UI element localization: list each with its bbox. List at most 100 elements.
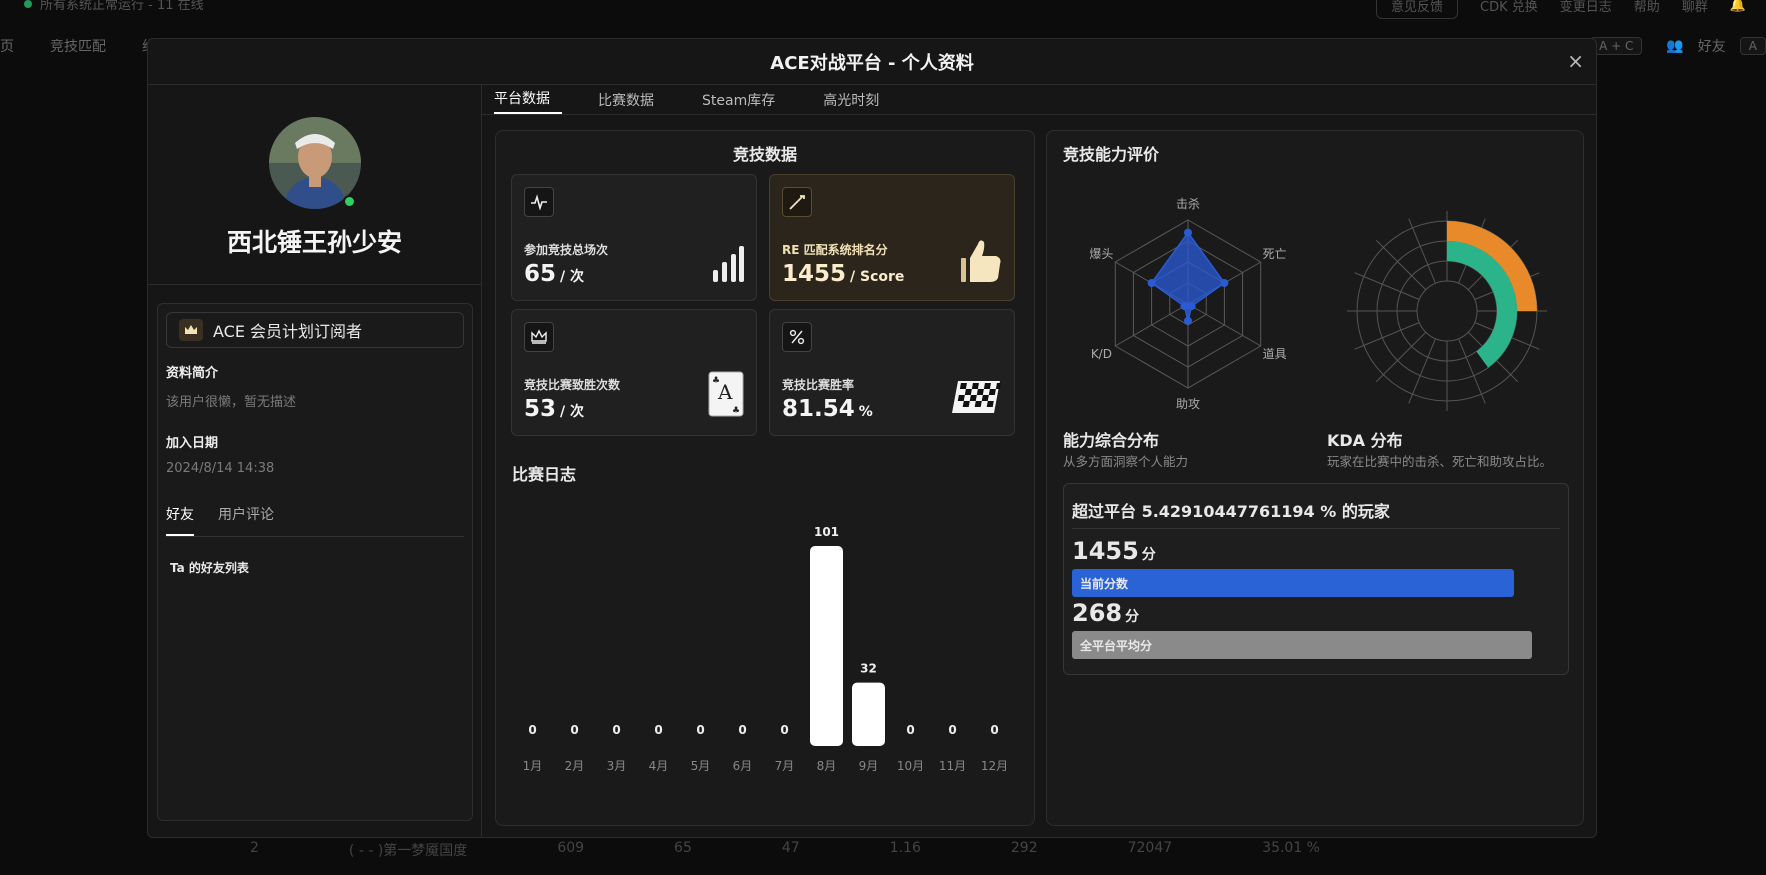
radar-title: 能力综合分布	[1063, 431, 1160, 450]
cdk-button[interactable]: CDK 兑换	[1480, 0, 1538, 15]
profile-header: 西北锤王孙少安	[148, 85, 481, 285]
radar-axis-label: 死亡	[1263, 247, 1287, 261]
competitive-data-panel: 竞技数据 参加竞技总场次 65/ 次 RE 匹配系统排名分 1455/ Scor…	[495, 130, 1035, 826]
table-cell: 1.16	[889, 840, 921, 856]
friends-list-title: Ta 的好友列表	[170, 561, 249, 575]
bar-value-label: 0	[738, 723, 746, 737]
activity-icon	[524, 187, 554, 217]
background-table-row: 2 ( - - )第一梦魇国度 609 65 47 1.16 292 72047…	[250, 840, 1320, 860]
percentile-card: 超过平台 5.42910447761194 % 的玩家 1455 分 当前分数 2…	[1063, 483, 1569, 675]
x-tick-label: 5月	[691, 759, 711, 773]
help-link[interactable]: 帮助	[1634, 0, 1660, 15]
profile-section-tabs: 平台数据 比赛数据 Steam库存 高光时刻	[482, 85, 1596, 115]
x-tick-label: 11月	[939, 759, 966, 773]
background-topbar: 所有系统正常运行 - 11 在线 意见反馈 CDK 兑换 变更日志 帮助 聊群 …	[0, 0, 1766, 20]
stat-card-total-matches: 参加竞技总场次 65/ 次	[511, 174, 757, 301]
x-tick-label: 4月	[649, 759, 669, 773]
bar-value-label: 0	[654, 723, 662, 737]
table-cell: ( - - )第一梦魇国度	[348, 843, 468, 859]
stat-value: 1455/ Score	[782, 261, 905, 287]
bar-value-label: 0	[780, 723, 788, 737]
friends-shortcut: A	[1739, 37, 1766, 55]
playing-card-icon: A ♣ ♣	[708, 371, 744, 421]
table-cell: 47	[781, 840, 800, 856]
join-date-label: 加入日期	[166, 436, 219, 451]
stat-card-win-rate: 竞技比赛胜率 81.54%	[769, 309, 1015, 436]
x-tick-label: 8月	[817, 759, 837, 773]
users-icon: 👥	[1666, 38, 1684, 54]
bio-label: 资料简介	[166, 366, 219, 381]
chat-shortcut: A + C	[1590, 37, 1643, 55]
bell-icon[interactable]: 🔔	[1730, 0, 1746, 13]
table-cell: 72047	[1127, 840, 1173, 856]
kda-spoke	[1354, 272, 1420, 300]
tab-steam-inventory[interactable]: Steam库存	[702, 90, 787, 114]
radar-axis-label: 爆头	[1089, 247, 1113, 261]
kda-distribution-chart	[1347, 211, 1547, 411]
x-tick-label: 6月	[733, 759, 753, 773]
bar-value-label: 0	[528, 723, 536, 737]
table-cell: 2	[250, 840, 259, 856]
nav-item-match[interactable]: 竞技匹配	[50, 36, 106, 56]
changelog-link[interactable]: 变更日志	[1560, 0, 1612, 15]
x-tick-label: 1月	[523, 759, 543, 773]
stat-label: RE 匹配系统排名分	[782, 243, 888, 257]
current-score-bar: 当前分数	[1072, 569, 1514, 597]
radar-point	[1180, 302, 1189, 311]
radar-point	[1187, 302, 1196, 311]
tab-friends[interactable]: 好友	[166, 504, 194, 536]
average-score: 268 分	[1072, 599, 1140, 627]
radar-description: 从多方面洞察个人能力	[1063, 454, 1189, 469]
stat-card-rank-score: RE 匹配系统排名分 1455/ Score	[769, 174, 1015, 301]
checkered-flag-icon	[952, 377, 1002, 421]
close-icon[interactable]: ×	[1567, 49, 1584, 73]
tab-platform-data[interactable]: 平台数据	[494, 88, 562, 114]
stat-value: 53/ 次	[524, 396, 585, 422]
bar-value-label: 32	[860, 662, 877, 676]
modal-title: ACE对战平台 - 个人资料	[770, 52, 974, 74]
svg-text:♣: ♣	[732, 406, 740, 416]
stat-label: 参加竞技总场次	[524, 243, 609, 257]
svg-text:♣: ♣	[712, 376, 720, 386]
status-dot-icon	[24, 0, 32, 8]
kda-spoke	[1408, 338, 1436, 404]
membership-badge: ACE 会员计划订阅者	[166, 312, 464, 348]
nav-item[interactable]: 页	[0, 36, 14, 56]
chat-group-link[interactable]: 聊群	[1682, 0, 1708, 15]
bar-value-label: 0	[906, 723, 914, 737]
competitive-data-title: 竞技数据	[732, 145, 797, 164]
radar-point	[1184, 228, 1192, 237]
stat-value: 81.54%	[782, 396, 873, 422]
bio-value: 该用户很懒，暂无描述	[166, 395, 297, 410]
online-status-dot	[343, 195, 356, 208]
bar-8月	[810, 546, 843, 746]
friends-link[interactable]: 好友	[1698, 36, 1726, 56]
stat-label: 竞技比赛致胜次数	[524, 378, 621, 392]
status-text: 所有系统正常运行 - 11 在线	[40, 0, 204, 13]
tab-user-comments[interactable]: 用户评论	[218, 504, 274, 536]
radar-axis-label: 助攻	[1176, 397, 1200, 411]
x-tick-label: 3月	[607, 759, 627, 773]
average-score-bar: 全平台平均分	[1072, 631, 1533, 659]
tab-highlights[interactable]: 高光时刻	[823, 90, 891, 114]
x-tick-label: 10月	[897, 759, 924, 773]
tab-match-data[interactable]: 比赛数据	[598, 90, 666, 114]
radar-point	[1184, 316, 1192, 325]
crown-icon	[524, 322, 554, 352]
table-cell: 609	[557, 840, 585, 856]
radar-axis-label: 击杀	[1176, 196, 1200, 211]
x-tick-label: 9月	[859, 759, 879, 773]
rifle-icon	[782, 187, 812, 217]
ability-panel: 竞技能力评价 击杀 死亡 道具 助攻 K/D 爆头 能力综合分布 从多方面洞察个人能力 K…	[1046, 130, 1584, 826]
bar-value-label: 0	[696, 723, 704, 737]
feedback-button[interactable]: 意见反馈	[1376, 0, 1459, 19]
kda-grid-ring	[1416, 280, 1478, 342]
system-status: 所有系统正常运行 - 11 在线	[24, 0, 204, 13]
username: 西北锤王孙少安	[226, 228, 402, 257]
thumbs-up-icon	[960, 238, 1002, 286]
stat-label: 竞技比赛胜率	[782, 378, 855, 392]
current-score: 1455 分	[1072, 537, 1156, 565]
table-cell: 35.01 %	[1262, 840, 1320, 856]
percent-icon	[782, 322, 812, 352]
ability-radar-chart: 击杀死亡道具助攻 K/D 爆头	[1089, 196, 1287, 411]
